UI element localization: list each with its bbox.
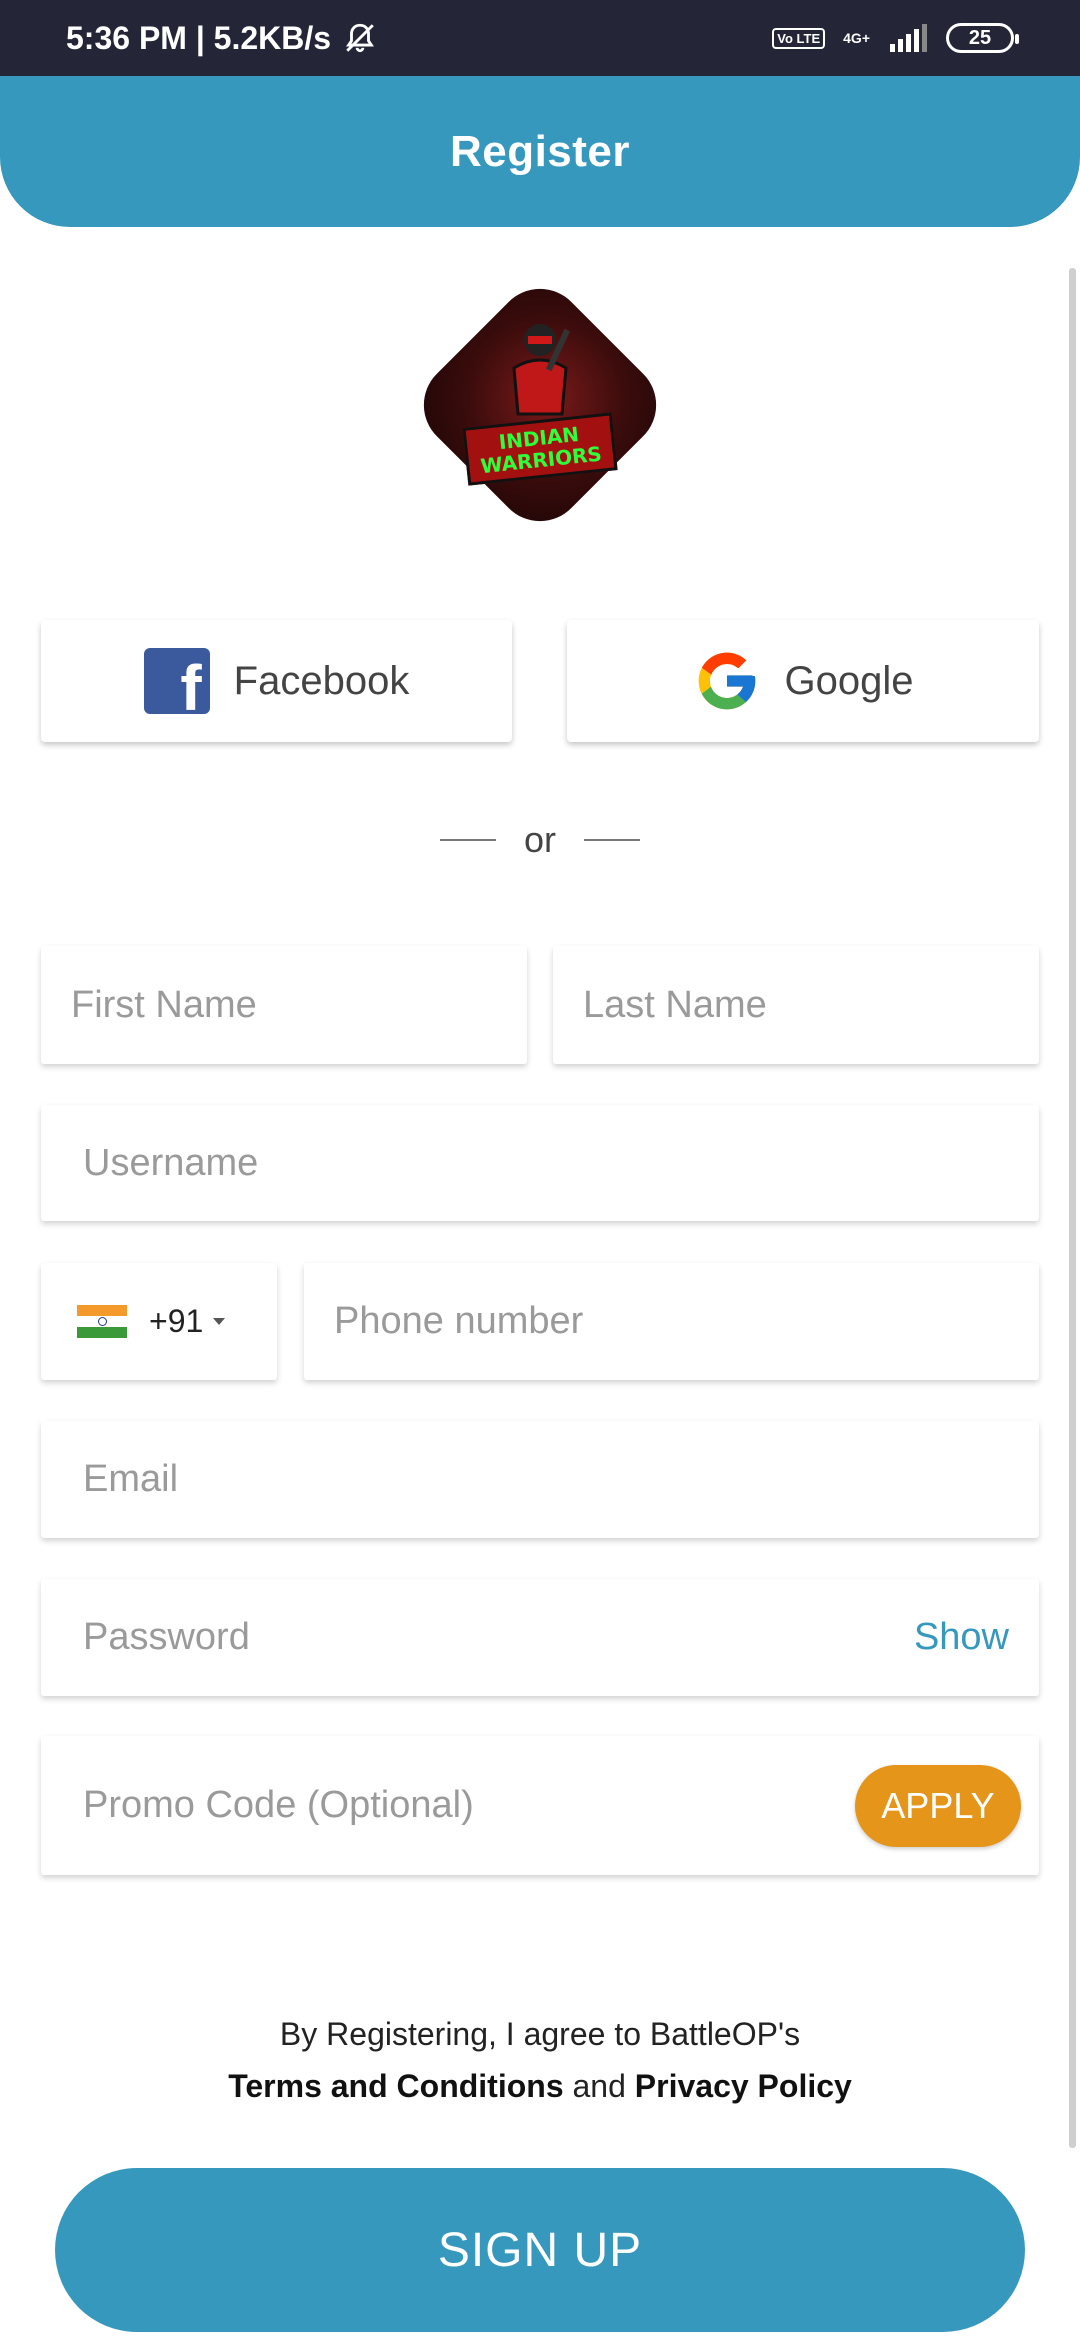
india-flag-icon	[77, 1305, 127, 1338]
status-right: Vo LTE 4G+ 25	[772, 23, 1019, 53]
chevron-down-icon	[213, 1318, 226, 1325]
promo-code-input[interactable]: Promo Code (Optional) APPLY	[41, 1736, 1039, 1875]
apply-promo-button[interactable]: APPLY	[855, 1764, 1021, 1847]
facebook-login-button[interactable]: f Facebook	[41, 620, 512, 742]
privacy-policy-link[interactable]: Privacy Policy	[635, 2068, 852, 2104]
email-input[interactable]: Email	[41, 1421, 1039, 1538]
battery-icon: 25	[946, 23, 1019, 53]
terms-line1: By Registering, I agree to BattleOP's	[279, 2016, 801, 2052]
password-placeholder: Password	[83, 1616, 250, 1658]
network-type: 4G+	[843, 30, 870, 46]
last-name-placeholder: Last Name	[583, 983, 767, 1026]
page-title: Register	[449, 126, 631, 176]
header-bar: Register	[0, 76, 1080, 227]
google-login-button[interactable]: Google	[567, 620, 1039, 742]
first-name-placeholder: First Name	[71, 983, 257, 1026]
first-name-input[interactable]: First Name	[41, 946, 527, 1064]
or-divider: or	[0, 810, 1080, 870]
last-name-input[interactable]: Last Name	[553, 946, 1039, 1064]
country-code-dropdown[interactable]: +91	[41, 1263, 277, 1380]
phone-number-input[interactable]: Phone number	[304, 1263, 1039, 1380]
google-label: Google	[784, 658, 914, 703]
country-code-value: +91	[149, 1303, 204, 1339]
username-placeholder: Username	[83, 1141, 259, 1184]
facebook-label: Facebook	[233, 658, 410, 703]
promo-placeholder: Promo Code (Optional)	[83, 1784, 474, 1826]
signal-icon	[890, 24, 927, 52]
status-left: 5:36 PM | 5.2KB/s	[66, 20, 377, 57]
sign-up-button[interactable]: SIGN UP	[55, 2168, 1025, 2332]
volte-badge: Vo LTE	[772, 27, 826, 49]
divider-line-right	[584, 839, 640, 841]
scrollbar[interactable]	[1069, 268, 1076, 2148]
show-password-toggle[interactable]: Show	[914, 1616, 1009, 1659]
bell-muted-icon	[346, 23, 375, 53]
sign-up-label: SIGN UP	[437, 2223, 643, 2277]
phone-placeholder: Phone number	[334, 1300, 584, 1342]
username-input[interactable]: Username	[41, 1105, 1039, 1221]
status-bar: 5:36 PM | 5.2KB/s Vo LTE 4G+ 25	[0, 0, 1080, 76]
google-icon	[698, 652, 755, 710]
app-logo: INDIAN WARRIORS	[405, 270, 675, 540]
email-placeholder: Email	[83, 1458, 179, 1500]
terms-line2: Terms and Conditions and Privacy Policy	[0, 2060, 1080, 2112]
terms-conditions-link[interactable]: Terms and Conditions	[228, 2068, 563, 2104]
password-input[interactable]: Password Show	[41, 1579, 1039, 1696]
warrior-figure-icon	[512, 324, 571, 416]
or-label: or	[523, 819, 556, 860]
status-time-speed: 5:36 PM | 5.2KB/s	[66, 19, 332, 56]
terms-text: By Registering, I agree to BattleOP's Te…	[0, 2008, 1080, 2112]
divider-line-left	[439, 839, 496, 841]
facebook-icon: f	[143, 648, 210, 714]
terms-and: and	[572, 2068, 626, 2104]
